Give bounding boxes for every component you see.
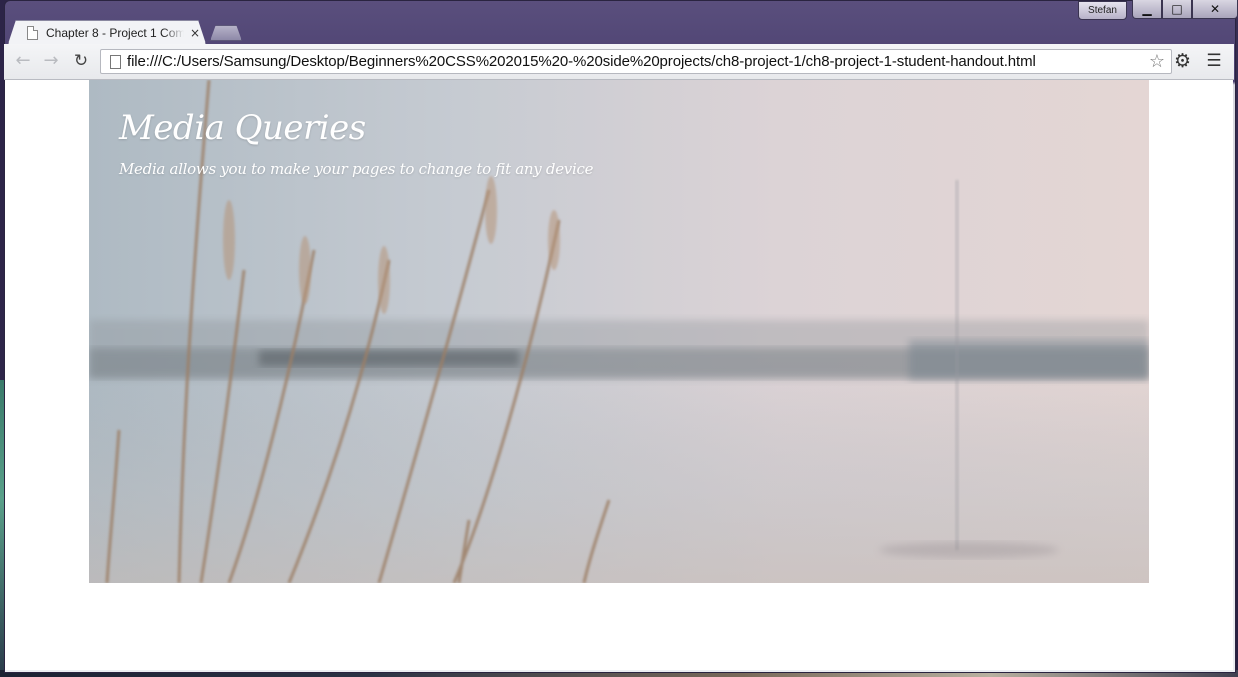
- tab-title: Chapter 8 - Project 1 Com: [46, 25, 184, 40]
- browser-toolbar: ← → ↻ file:///C:/Users/Samsung/Desktop/B…: [4, 44, 1234, 80]
- maximize-button[interactable]: □: [1162, 0, 1192, 19]
- arrow-right-icon[interactable]: →: [40, 52, 62, 72]
- tab-close-icon[interactable]: ×: [190, 27, 200, 39]
- profile-button[interactable]: Stefan: [1078, 1, 1127, 20]
- url-text[interactable]: file:///C:/Users/Samsung/Desktop/Beginne…: [127, 53, 1036, 70]
- page-subtitle: Media allows you to make your pages to c…: [119, 160, 594, 178]
- close-window-button[interactable]: ✕: [1192, 0, 1238, 19]
- reload-icon[interactable]: ↻: [70, 52, 92, 72]
- page-title: Media Queries: [119, 108, 366, 148]
- page-viewport: Media Queries Media allows you to make y…: [5, 80, 1233, 670]
- star-icon[interactable]: ☆: [1149, 51, 1165, 73]
- gear-icon[interactable]: ⚙: [1174, 51, 1191, 71]
- page-icon: [27, 25, 38, 40]
- hero-banner: Media Queries Media allows you to make y…: [89, 80, 1149, 583]
- minimize-button[interactable]: ▁: [1132, 0, 1162, 19]
- hero-background-image: [89, 80, 1149, 583]
- browser-tab[interactable]: Chapter 8 - Project 1 Com ×: [8, 20, 206, 44]
- address-bar[interactable]: file:///C:/Users/Samsung/Desktop/Beginne…: [100, 49, 1172, 74]
- window-controls: ▁ □ ✕: [1132, 0, 1238, 19]
- page-icon: [110, 55, 121, 69]
- arrow-left-icon[interactable]: ←: [12, 52, 34, 72]
- hamburger-menu-icon[interactable]: ☰: [1204, 51, 1224, 71]
